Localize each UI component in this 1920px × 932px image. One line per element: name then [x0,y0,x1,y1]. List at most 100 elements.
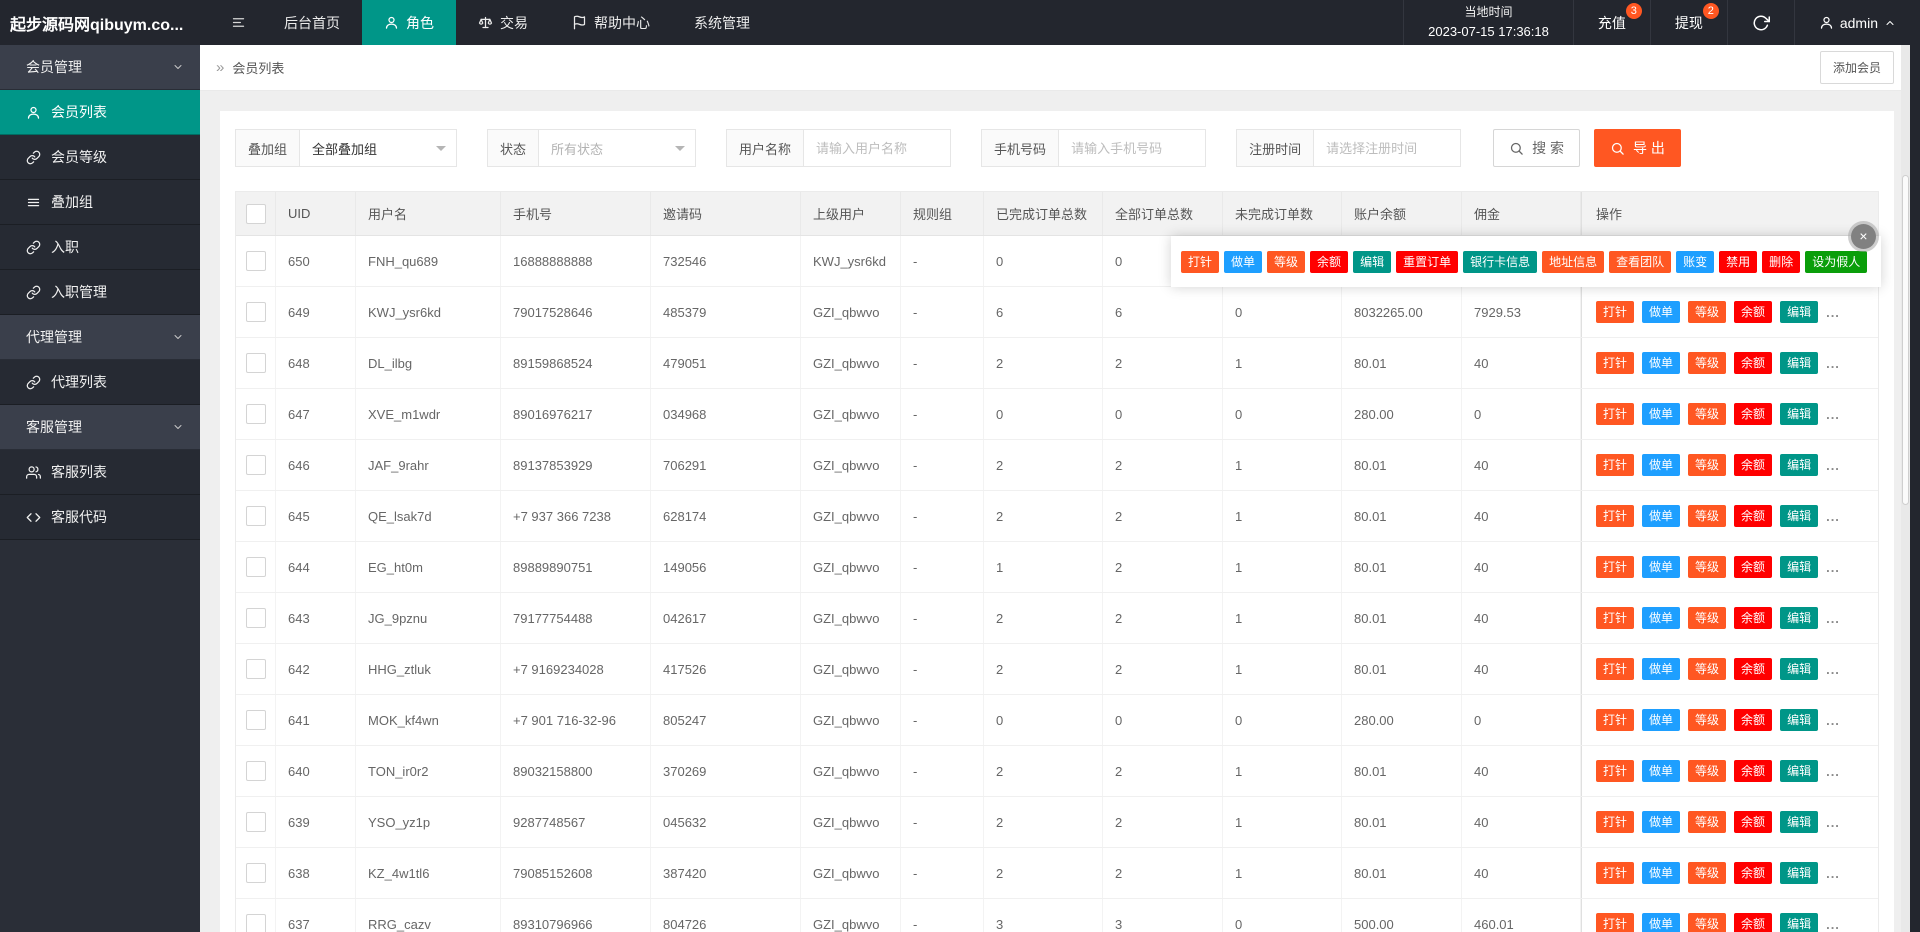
select-all-checkbox[interactable] [245,203,266,224]
row-checkbox[interactable] [245,353,266,373]
refresh-button[interactable] [1726,0,1794,45]
sidebar-item-会员列表[interactable]: 会员列表 [0,90,200,135]
action-button-打针[interactable]: 打针 [1596,301,1635,323]
sidebar-group-代理管理[interactable]: 代理管理 [0,315,200,360]
more-actions-button[interactable]: ... [1826,458,1840,473]
action-button-余额[interactable]: 余额 [1734,403,1773,425]
overlay-group-select[interactable]: 全部叠加组 [299,129,458,167]
action-button-编辑[interactable]: 编辑 [1780,913,1819,932]
action-button-编辑[interactable]: 编辑 [1780,505,1819,527]
row-checkbox[interactable] [245,710,266,730]
action-button-账变[interactable]: 账变 [1676,250,1715,273]
sidebar-item-入职管理[interactable]: 入职管理 [0,270,200,315]
search-button[interactable]: 搜 索 [1493,129,1580,167]
sidebar-item-入职[interactable]: 入职 [0,225,200,270]
more-actions-button[interactable]: ... [1826,611,1840,626]
more-actions-button[interactable]: ... [1826,560,1840,575]
action-button-等级[interactable]: 等级 [1688,454,1727,476]
top-nav-item[interactable]: 系统管理 [672,0,772,45]
action-button-余额[interactable]: 余额 [1734,811,1773,833]
action-button-做单[interactable]: 做单 [1642,811,1681,833]
action-button-打针[interactable]: 打针 [1596,811,1635,833]
action-button-银行卡信息[interactable]: 银行卡信息 [1463,250,1538,273]
action-button-做单[interactable]: 做单 [1642,556,1681,578]
action-button-打针[interactable]: 打针 [1596,862,1635,884]
action-button-等级[interactable]: 等级 [1688,403,1727,425]
sidebar-group-会员管理[interactable]: 会员管理 [0,45,200,90]
action-button-余额[interactable]: 余额 [1734,658,1773,680]
more-actions-button[interactable]: ... [1826,407,1840,422]
action-button-编辑[interactable]: 编辑 [1780,658,1819,680]
more-actions-button[interactable]: ... [1826,305,1840,320]
action-button-做单[interactable]: 做单 [1642,301,1681,323]
vertical-scrollbar[interactable] [1901,45,1910,932]
action-button-打针[interactable]: 打针 [1596,454,1635,476]
action-button-等级[interactable]: 等级 [1688,862,1727,884]
sidebar-item-代理列表[interactable]: 代理列表 [0,360,200,405]
more-actions-button[interactable]: ... [1826,815,1840,830]
action-button-禁用[interactable]: 禁用 [1719,250,1758,273]
top-nav-item[interactable]: 后台首页 [262,0,362,45]
sidebar-item-叠加组[interactable]: 叠加组 [0,180,200,225]
action-button-编辑[interactable]: 编辑 [1780,760,1819,782]
action-button-编辑[interactable]: 编辑 [1780,403,1819,425]
action-button-余额[interactable]: 余额 [1734,352,1773,374]
close-icon[interactable]: × [1851,224,1876,249]
row-checkbox[interactable] [245,761,266,781]
action-button-做单[interactable]: 做单 [1642,403,1681,425]
username-input[interactable] [803,129,952,167]
action-button-做单[interactable]: 做单 [1642,505,1681,527]
action-button-余额[interactable]: 余额 [1734,862,1773,884]
row-checkbox[interactable] [245,506,266,526]
action-button-编辑[interactable]: 编辑 [1780,556,1819,578]
sidebar-item-客服列表[interactable]: 客服列表 [0,450,200,495]
action-button-编辑[interactable]: 编辑 [1353,250,1392,273]
more-actions-button[interactable]: ... [1826,662,1840,677]
top-nav-item[interactable]: 角色 [362,0,456,45]
action-button-打针[interactable]: 打针 [1596,352,1635,374]
row-checkbox[interactable] [245,914,266,932]
action-button-编辑[interactable]: 编辑 [1780,709,1819,731]
row-checkbox[interactable] [245,812,266,832]
action-button-打针[interactable]: 打针 [1596,760,1635,782]
action-button-设为假人[interactable]: 设为假人 [1805,250,1868,273]
action-button-做单[interactable]: 做单 [1642,862,1681,884]
action-button-删除[interactable]: 删除 [1762,250,1801,273]
action-button-做单[interactable]: 做单 [1642,454,1681,476]
scrollbar-thumb[interactable] [1902,175,1909,505]
action-button-余额[interactable]: 余额 [1734,760,1773,782]
action-button-余额[interactable]: 余额 [1734,913,1773,932]
action-button-打针[interactable]: 打针 [1596,709,1635,731]
action-button-做单[interactable]: 做单 [1642,607,1681,629]
action-button-余额[interactable]: 余额 [1734,505,1773,527]
action-button-做单[interactable]: 做单 [1642,658,1681,680]
more-actions-button[interactable]: ... [1826,509,1840,524]
export-button[interactable]: 导 出 [1593,129,1681,167]
action-button-做单[interactable]: 做单 [1224,250,1263,273]
action-button-等级[interactable]: 等级 [1688,658,1727,680]
more-actions-button[interactable]: ... [1826,866,1840,881]
more-actions-button[interactable]: ... [1826,917,1840,932]
action-button-打针[interactable]: 打针 [1596,556,1635,578]
action-button-打针[interactable]: 打针 [1596,913,1635,932]
more-actions-button[interactable]: ... [1826,713,1840,728]
recharge-button[interactable]: 充值 3 [1572,0,1650,45]
action-button-等级[interactable]: 等级 [1688,760,1727,782]
action-button-打针[interactable]: 打针 [1181,250,1220,273]
add-member-button[interactable]: 添加会员 [1819,51,1894,84]
action-button-做单[interactable]: 做单 [1642,709,1681,731]
row-checkbox[interactable] [245,659,266,679]
action-button-等级[interactable]: 等级 [1688,607,1727,629]
action-button-等级[interactable]: 等级 [1688,505,1727,527]
action-button-编辑[interactable]: 编辑 [1780,607,1819,629]
sidebar-group-客服管理[interactable]: 客服管理 [0,405,200,450]
action-button-打针[interactable]: 打针 [1596,607,1635,629]
action-button-余额[interactable]: 余额 [1734,607,1773,629]
action-button-打针[interactable]: 打针 [1596,403,1635,425]
row-checkbox[interactable] [245,557,266,577]
action-button-等级[interactable]: 等级 [1688,811,1727,833]
row-checkbox[interactable] [245,863,266,883]
action-button-查看团队[interactable]: 查看团队 [1609,250,1672,273]
action-button-等级[interactable]: 等级 [1688,709,1727,731]
action-button-等级[interactable]: 等级 [1688,913,1727,932]
